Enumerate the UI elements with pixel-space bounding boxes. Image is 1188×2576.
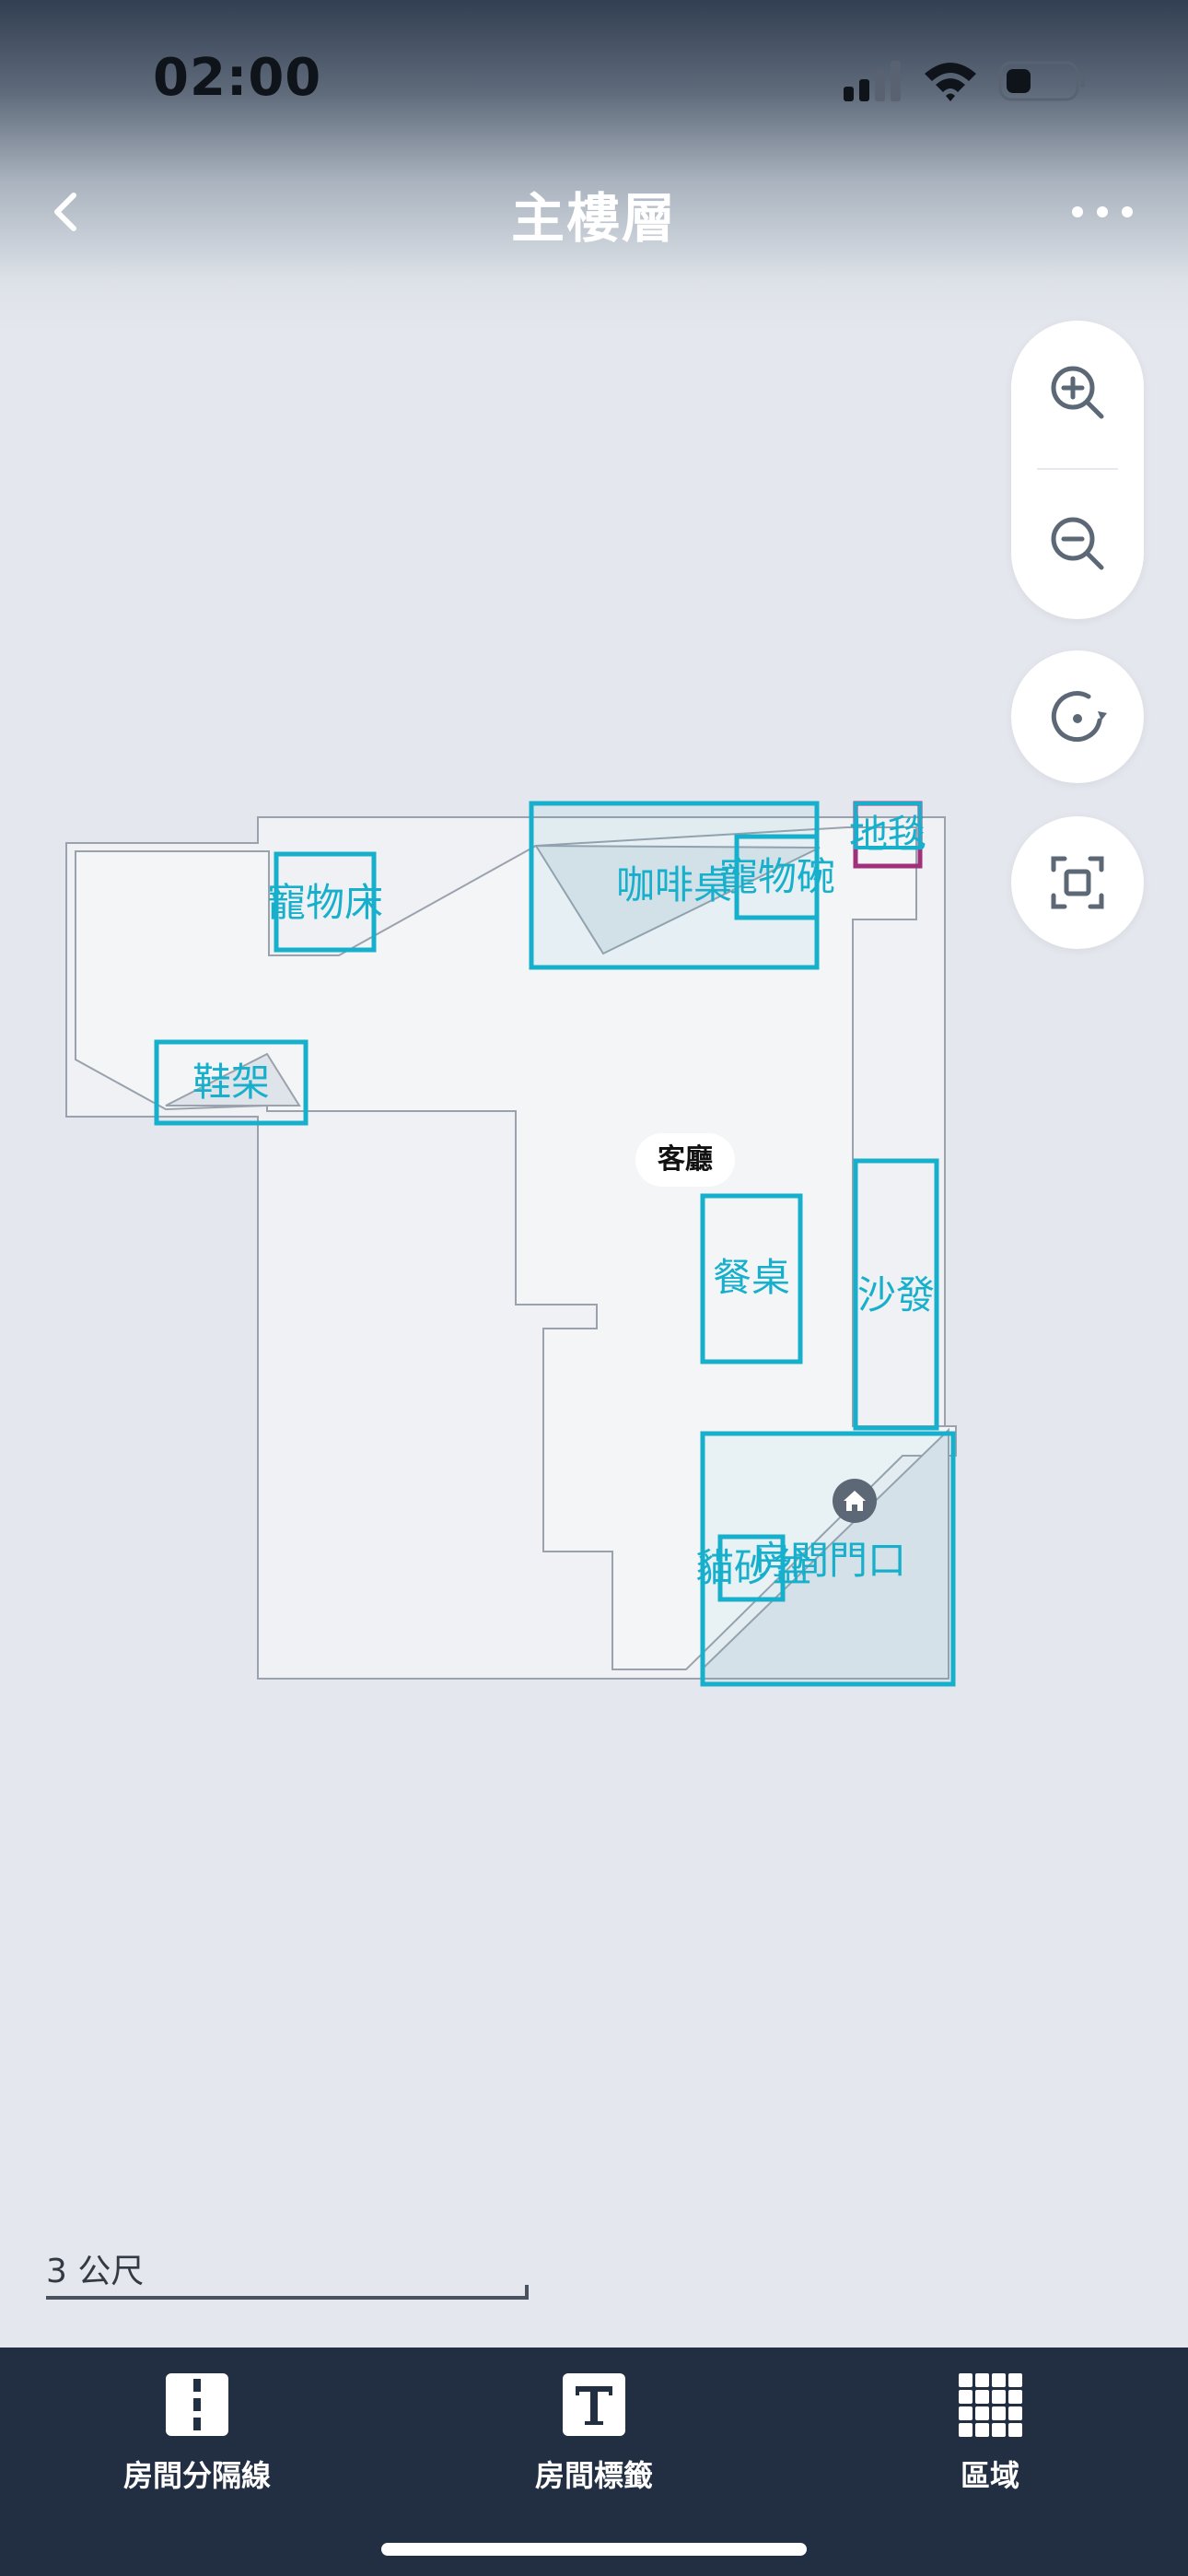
home-indicator[interactable] <box>381 2543 807 2556</box>
room-name-badge[interactable]: 客廳 <box>635 1133 735 1187</box>
fit-to-screen-button[interactable] <box>1011 816 1144 949</box>
rug-label[interactable]: 地毯 <box>849 815 926 854</box>
zoom-controls <box>1011 321 1144 619</box>
tab-room-divider-label: 房間分隔線 <box>122 2458 271 2493</box>
tab-zone[interactable]: 區域 <box>852 2364 1128 2493</box>
text-label-icon <box>563 2373 625 2436</box>
pet-bowl-label[interactable]: 寵物碗 <box>719 858 835 896</box>
tab-zone-label: 區域 <box>960 2458 1019 2493</box>
sofa-label[interactable]: 沙發 <box>857 1276 935 1315</box>
coffee-table-label[interactable]: 咖啡桌 <box>616 866 732 905</box>
grid-zone-icon <box>959 2373 1022 2437</box>
rotate-icon <box>1051 691 1107 743</box>
bottom-toolbar: 房間分隔線 房間標籤 區域 <box>0 2348 1188 2576</box>
shoe-rack-label[interactable]: 鞋架 <box>192 1063 270 1102</box>
zoom-out-icon[interactable] <box>1044 510 1111 577</box>
dining-table-label[interactable]: 餐桌 <box>713 1259 790 1297</box>
fit-screen-icon <box>1051 856 1104 909</box>
dock-home-icon <box>833 1479 877 1523</box>
tab-room-label-label: 房間標籤 <box>534 2458 653 2493</box>
pet-bed-label[interactable]: 寵物床 <box>267 884 383 922</box>
room-divider-icon <box>166 2373 228 2436</box>
scale-bar <box>46 2285 529 2300</box>
rotate-map-button[interactable] <box>1011 650 1144 783</box>
tab-room-divider[interactable]: 房間分隔線 <box>59 2364 335 2493</box>
room-door-label[interactable]: 房間門口 <box>751 1541 906 1580</box>
tab-room-label[interactable]: 房間標籤 <box>456 2364 732 2493</box>
zoom-divider <box>1037 468 1118 470</box>
zoom-in-icon[interactable] <box>1044 359 1111 426</box>
floor-map[interactable] <box>0 0 1188 2576</box>
